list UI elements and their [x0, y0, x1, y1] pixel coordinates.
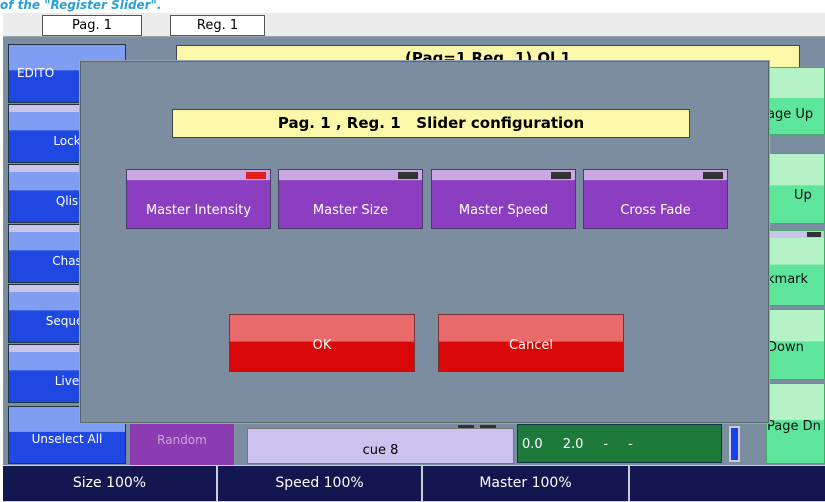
document-caption: of the "Register Slider".: [0, 0, 162, 12]
option-label: Master Intensity: [145, 203, 252, 218]
bookmark-button[interactable]: kmark: [766, 230, 825, 306]
option-master-intensity[interactable]: Master Intensity: [126, 169, 271, 229]
master-button[interactable]: Master 100%: [423, 466, 628, 501]
size-button[interactable]: Size 100%: [3, 466, 216, 501]
up-button[interactable]: Up: [766, 153, 825, 224]
blank-button[interactable]: [630, 466, 825, 501]
bookmark-label: kmark: [767, 272, 809, 287]
readout-value: -: [603, 437, 609, 452]
speed-button[interactable]: Speed 100%: [218, 466, 421, 501]
page-down-button[interactable]: Page Dn: [766, 383, 825, 464]
option-label: Cross Fade: [620, 203, 691, 218]
indicator-led: [246, 172, 266, 179]
cue-display[interactable]: cue 8: [247, 428, 514, 464]
tab-page[interactable]: Pag. 1: [42, 15, 142, 36]
ok-button[interactable]: OK: [229, 314, 415, 372]
readout-value: 2.0: [562, 437, 584, 452]
option-label: Master Size: [312, 203, 389, 218]
page-up-button[interactable]: age Up: [766, 67, 825, 135]
unselect-all-label: Unselect All: [31, 432, 103, 446]
indicator-led: [703, 172, 723, 179]
readout-value: -: [628, 437, 633, 452]
tab-register[interactable]: Reg. 1: [170, 15, 265, 36]
option-master-speed[interactable]: Master Speed: [431, 169, 576, 229]
tab-bar: Pag. 1 Reg. 1: [3, 13, 825, 37]
cancel-button[interactable]: Cancel: [438, 314, 624, 372]
option-cross-fade[interactable]: Cross Fade: [583, 169, 728, 229]
indicator-led: [398, 172, 418, 179]
page-up-label: age Up: [767, 107, 814, 122]
random-button[interactable]: Random: [130, 423, 234, 467]
page-down-label: Page Dn: [767, 419, 821, 434]
option-label: Master Speed: [458, 203, 549, 218]
down-button[interactable]: Down: [766, 309, 825, 380]
up-label: Up: [794, 188, 812, 203]
indicator-led: [807, 232, 821, 237]
readout-value: 0.0: [522, 437, 543, 452]
down-label: Down: [767, 340, 804, 355]
time-readout: 0.0 2.0 - -: [517, 424, 722, 463]
slider-config-dialog: Pag. 1 , Reg. 1 Slider configuration Mas…: [80, 61, 769, 423]
footer-bar: Size 100% Speed 100% Master 100%: [3, 465, 825, 502]
dialog-title: Pag. 1 , Reg. 1 Slider configuration: [172, 109, 690, 138]
indicator-led: [551, 172, 571, 179]
level-bar: [729, 426, 740, 462]
option-master-size[interactable]: Master Size: [278, 169, 423, 229]
app-window: Pag. 1 Reg. 1 (Pag=1 Reg. 1) Ql 1 EDITO …: [3, 13, 825, 502]
